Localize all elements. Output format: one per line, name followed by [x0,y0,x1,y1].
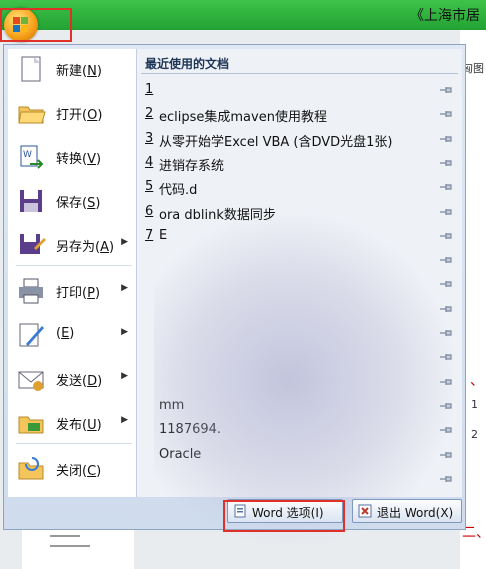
recent-header-divider [141,73,458,74]
recent-index: 7 [145,227,154,243]
red-mark-1: 、 [470,373,484,389]
recent-document-item[interactable]: 3 从零开始学Excel VBA (含DVD光盘1张) [145,128,455,150]
highlight-office-button [0,8,72,42]
recent-index: 2 [145,106,154,122]
prepare-icon [16,320,46,350]
menu-item-label: 发布(U) [56,418,102,433]
window-titlebar: 《上海市居 [0,0,486,30]
print-icon [16,276,46,306]
menu-item-label: 转换(V) [56,152,102,167]
menu-item-label: 打印(P) [56,286,101,301]
submenu-arrow-icon: ▶ [121,371,128,381]
recent-document-name: 代码.d [159,183,198,199]
office-menu: 新建(N) 打开(O) W 转换(V) 保存(S) 另存为(A) ▶ 打印(P) ▶ (E) ▶ 发送… [3,44,466,545]
exit-word-button[interactable]: 退出 Word(X) [352,499,462,523]
menu-item-o[interactable]: 打开(O) [12,93,136,133]
recent-document-item[interactable]: 5 代码.d [145,176,455,198]
pin-icon[interactable] [439,157,453,169]
menu-item-v[interactable]: W 转换(V) [12,137,136,177]
menu-separator [16,443,132,444]
side-text-3: 2 [471,428,478,441]
exit-word-label: 退出 Word(X) [377,506,454,520]
svg-text:W: W [23,150,32,160]
recent-index: 4 [145,154,154,170]
menu-item-label: (E) [56,326,75,341]
menu-separator [16,265,132,266]
send-icon [16,364,46,394]
close-doc-icon [16,454,46,484]
menu-commands: 新建(N) 打开(O) W 转换(V) 保存(S) 另存为(A) ▶ 打印(P) ▶ (E) ▶ 发送… [8,49,137,497]
menu-item-c[interactable]: 关闭(C) [12,449,136,489]
pin-icon[interactable] [439,108,453,120]
publish-icon [16,408,46,438]
menu-item-label: 关闭(C) [56,464,102,479]
menu-item-p[interactable]: 打印(P) ▶ [12,271,136,311]
menu-item-e[interactable]: (E) ▶ [12,315,136,355]
new-document-icon [16,54,46,84]
menu-item-label: 发送(D) [56,374,103,389]
submenu-arrow-icon: ▶ [121,327,128,337]
recent-index: 1 [145,82,154,97]
menu-item-label: 新建(N) [56,64,102,79]
pin-icon[interactable] [439,181,453,193]
recent-document-item[interactable]: 2 eclipse集成maven使用教程 [145,103,455,125]
menu-item-s[interactable]: 保存(S) [12,181,136,221]
save-as-icon [16,230,46,260]
pin-icon[interactable] [439,84,453,96]
recent-document-item[interactable]: 4 进销存系统 [145,152,455,174]
recent-document-name: 进销存系统 [159,158,225,174]
convert-icon: W [16,142,46,172]
recent-index: 6 [145,203,154,219]
menu-item-label: 保存(S) [56,196,101,211]
submenu-arrow-icon: ▶ [121,415,128,425]
privacy-blur [154,215,454,545]
recent-document-name: 从零开始学Excel VBA (含DVD光盘1张) [159,134,393,150]
recent-documents-header: 最近使用的文档 [145,57,230,71]
submenu-arrow-icon: ▶ [121,237,128,247]
menu-item-d[interactable]: 发送(D) ▶ [12,359,136,399]
recent-index: 5 [145,179,154,195]
menu-item-a[interactable]: 另存为(A) ▶ [12,225,136,265]
recent-document-name: eclipse集成maven使用教程 [159,110,327,126]
recent-document-item[interactable]: 1 [145,79,455,101]
exit-icon [358,504,372,518]
menu-item-n[interactable]: 新建(N) [12,49,136,89]
open-folder-icon [16,98,46,128]
menu-item-label: 另存为(A) [56,240,115,255]
save-icon [16,186,46,216]
menu-item-u[interactable]: 发布(U) ▶ [12,403,136,443]
pin-icon[interactable] [439,133,453,145]
recent-index: 3 [145,130,154,146]
page-thumbnail [22,525,134,569]
menu-item-label: 打开(O) [56,108,103,123]
window-title: 《上海市居 [410,8,480,24]
side-text-2: 1 [471,398,478,411]
highlight-word-options [223,500,345,532]
submenu-arrow-icon: ▶ [121,283,128,293]
